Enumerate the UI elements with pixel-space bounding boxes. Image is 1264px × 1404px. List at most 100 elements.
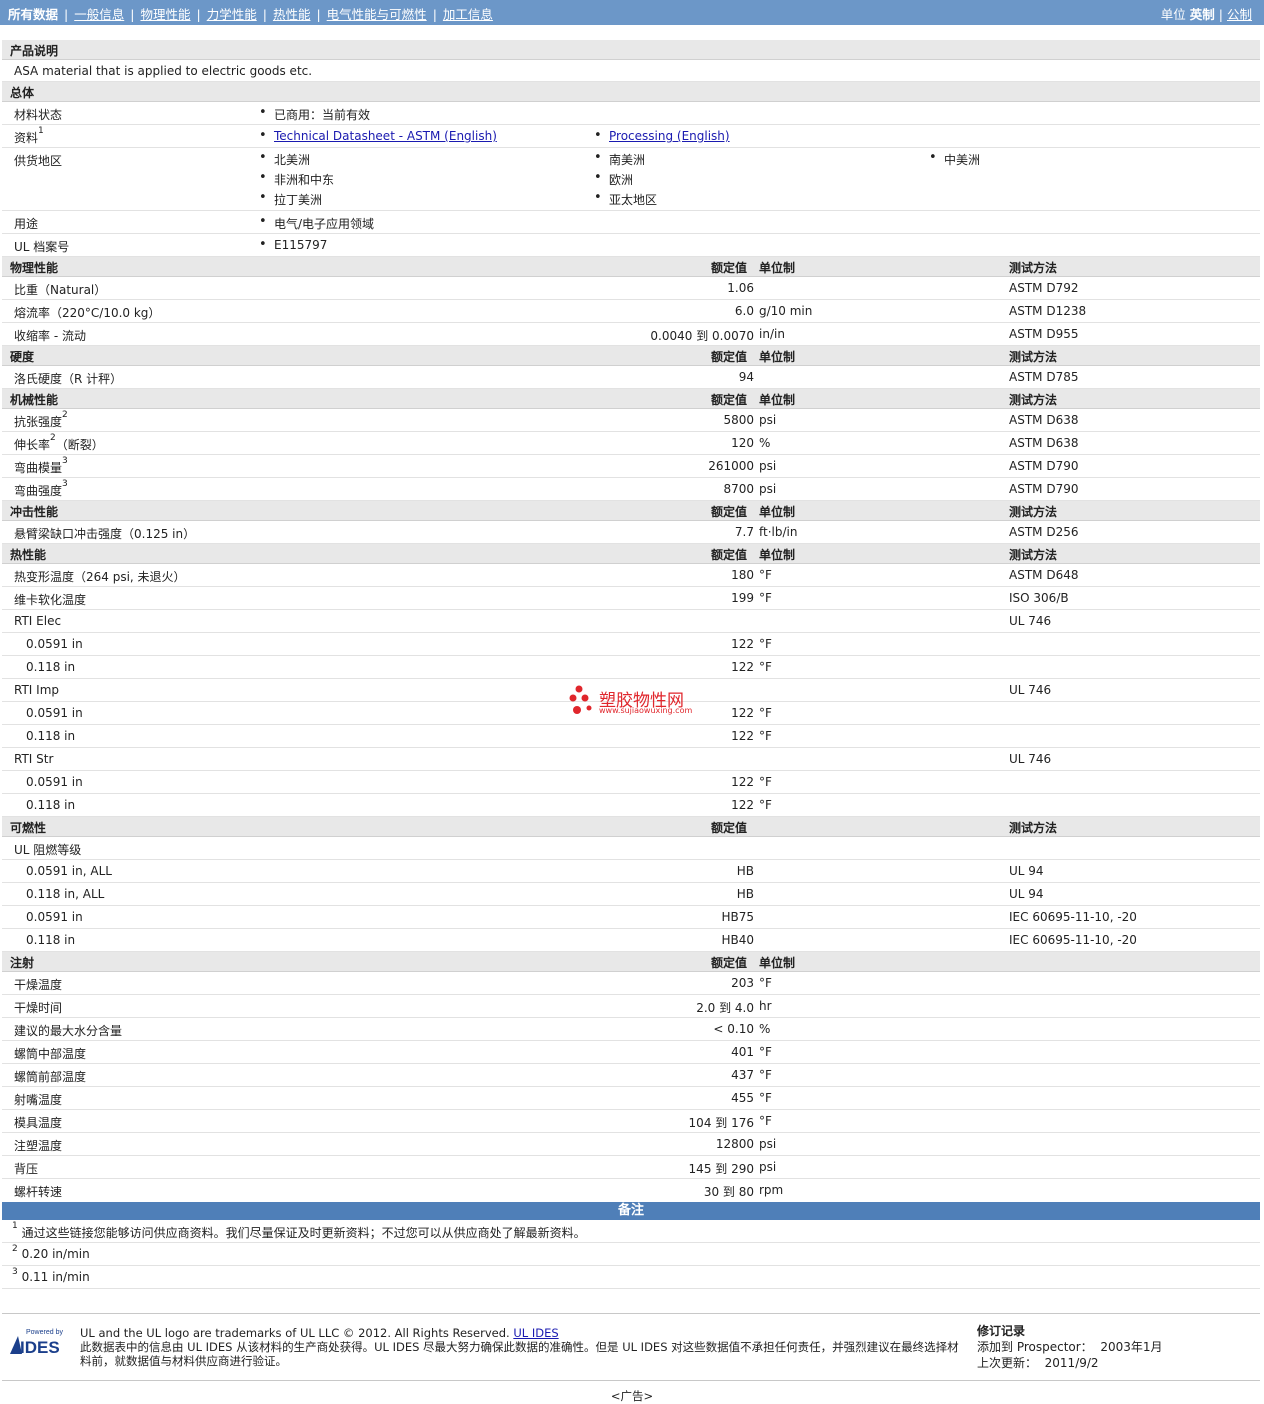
table-cell: UL 94: [1009, 864, 1044, 878]
nav-processing[interactable]: 加工信息: [443, 7, 493, 22]
table-cell: psi: [759, 482, 777, 496]
table-cell: IEC 60695-11-10, -20: [1009, 933, 1137, 947]
section-header-flammability: 可燃性 额定值 测试方法: [2, 817, 1260, 837]
table-row: RTI Elec UL 746: [2, 610, 1260, 633]
footer-text: UL and the UL logo are trademarks of UL …: [80, 1326, 959, 1368]
table-cell: 机械性能: [10, 393, 59, 407]
table-cell: ASTM D790: [1009, 459, 1079, 473]
table-row: 比重（Natural） 1.06 ASTM D792: [2, 277, 1260, 300]
table-cell: ASTM D792: [1009, 281, 1079, 295]
region-item: 亚太地区: [594, 190, 657, 208]
table-cell: %: [759, 436, 771, 450]
table-cell: 额定值: [711, 548, 748, 562]
nav-physical[interactable]: 物理性能: [140, 7, 190, 22]
svg-text:Powered by: Powered by: [26, 1329, 63, 1336]
region-item: 中美洲: [929, 150, 980, 168]
region-item: 拉丁美洲: [259, 190, 322, 208]
table-cell: 测试方法: [1009, 393, 1058, 407]
table-cell: 0.118 in: [26, 933, 76, 947]
notes-header: 备注: [2, 1202, 1260, 1220]
section-header-thermal: 热性能 额定值 单位制 测试方法: [2, 544, 1260, 564]
table-cell: 0.0591 in: [26, 775, 83, 789]
link-technical-datasheet[interactable]: Technical Datasheet - ASTM (English): [259, 128, 497, 143]
table-cell: 单位制: [759, 548, 796, 562]
table-cell: 单位制: [759, 505, 796, 519]
table-cell: 2.0 到 4.0: [696, 1001, 754, 1015]
footer: Powered by IDES UL and the UL logo are t…: [2, 1313, 1260, 1381]
nav-mechanical[interactable]: 力学性能: [207, 7, 257, 22]
table-cell: 145 到 290: [688, 1162, 754, 1176]
table-cell: 硬度: [10, 350, 35, 364]
table-cell: 测试方法: [1009, 821, 1058, 835]
table-cell: 额定值: [711, 505, 748, 519]
table-row: 模具温度 104 到 176 °F: [2, 1110, 1260, 1133]
table-cell: 0.0040 到 0.0070: [650, 329, 754, 343]
use-row: 用途 电气/电子应用领域: [2, 211, 1260, 234]
link-processing[interactable]: Processing (English): [594, 128, 730, 143]
table-cell: 总体: [10, 86, 35, 100]
table-cell: 热性能: [10, 548, 47, 562]
section-header-injection: 注射 额定值 单位制: [2, 952, 1260, 972]
table-row: 热变形温度（264 psi, 未退火） 180 °F ASTM D648: [2, 564, 1260, 587]
table-row: 熔流率（220°C/10.0 kg） 6.0 g/10 min ASTM D1238: [2, 300, 1260, 323]
table-cell: psi: [759, 1160, 777, 1174]
table-cell: 120: [731, 436, 754, 450]
datasheet: 产品说明 ASA material that is applied to ele…: [2, 40, 1260, 1289]
table-cell: ASTM D638: [1009, 413, 1079, 427]
nav-general-info[interactable]: 一般信息: [74, 7, 124, 22]
table-cell: 熔流率（220°C/10.0 kg）: [14, 306, 161, 320]
table-row: 洛氏硬度（R 计秤） 94 ASTM D785: [2, 366, 1260, 389]
nav-all-data[interactable]: 所有数据: [8, 7, 58, 22]
table-cell: HB40: [721, 933, 754, 947]
table-row: 射嘴温度 455 °F: [2, 1087, 1260, 1110]
table-cell: 单位制: [759, 956, 796, 970]
unit-imperial[interactable]: 英制: [1190, 7, 1215, 22]
unit-switch: 单位 英制 | 公制: [1160, 7, 1252, 22]
table-cell: 30 到 80: [703, 1185, 754, 1199]
nav-electrical[interactable]: 电气性能与可燃性: [327, 7, 427, 22]
table-cell: 6.0: [734, 304, 754, 318]
table-cell: 注塑温度: [14, 1139, 63, 1153]
table-row: 螺筒中部温度 401 °F: [2, 1041, 1260, 1064]
table-cell: 注射: [10, 956, 35, 970]
table-cell: 悬臂梁缺口冲击强度（0.125 in）: [14, 527, 196, 541]
table-row: UL 阻燃等级: [2, 837, 1260, 860]
table-cell: 额定值: [711, 350, 748, 364]
table-cell: °F: [759, 775, 772, 789]
table-cell: 螺筒中部温度: [14, 1047, 87, 1061]
table-cell: ASTM D785: [1009, 370, 1079, 384]
section-nav: 所有数据 | 一般信息 | 物理性能 | 力学性能 | 热性能 | 电气性能与可燃性 | 加工信息: [8, 7, 493, 22]
table-cell: 455: [731, 1091, 754, 1105]
table-cell: 螺杆转速: [14, 1185, 63, 1199]
table-cell: ft·lb/in: [759, 525, 798, 539]
table-cell: 测试方法: [1009, 261, 1058, 275]
table-row: 弯曲强度3 8700 psi ASTM D790: [2, 478, 1260, 501]
unit-metric[interactable]: 公制: [1227, 7, 1252, 22]
table-cell: 干燥温度: [14, 978, 63, 992]
table-row: 注塑温度 12800 psi: [2, 1133, 1260, 1156]
table-cell: 背压: [14, 1162, 39, 1176]
table-cell: 单位制: [759, 350, 796, 364]
table-cell: 弯曲强度3: [14, 479, 68, 498]
table-cell: RTI Str: [14, 752, 54, 766]
table-cell: 0.118 in: [26, 798, 76, 812]
table-cell: 122: [731, 775, 754, 789]
table-cell: psi: [759, 459, 777, 473]
description-row: ASA material that is applied to electric…: [2, 60, 1260, 82]
material-status-row: 材料状态 已商用：当前有效: [2, 102, 1260, 125]
ul-ides-link[interactable]: UL IDES: [513, 1326, 558, 1340]
table-row: 0.0591 in 122 °F: [2, 771, 1260, 794]
table-cell: UL 阻燃等级: [14, 843, 82, 857]
table-row: 弯曲模量3 261000 psi ASTM D790: [2, 455, 1260, 478]
table-cell: psi: [759, 413, 777, 427]
table-cell: °F: [759, 591, 772, 605]
table-row: 0.118 in 122 °F: [2, 794, 1260, 817]
table-row: 0.0591 in HB75 IEC 60695-11-10, -20: [2, 906, 1260, 929]
table-cell: 5800: [723, 413, 754, 427]
table-cell: 104 到 176: [688, 1116, 754, 1130]
table-cell: 0.0591 in, ALL: [26, 864, 112, 878]
table-cell: 261000: [708, 459, 754, 473]
table-cell: 干燥时间: [14, 1001, 63, 1015]
nav-thermal[interactable]: 热性能: [273, 7, 311, 22]
ul-file-row: UL 档案号 E115797: [2, 234, 1260, 257]
